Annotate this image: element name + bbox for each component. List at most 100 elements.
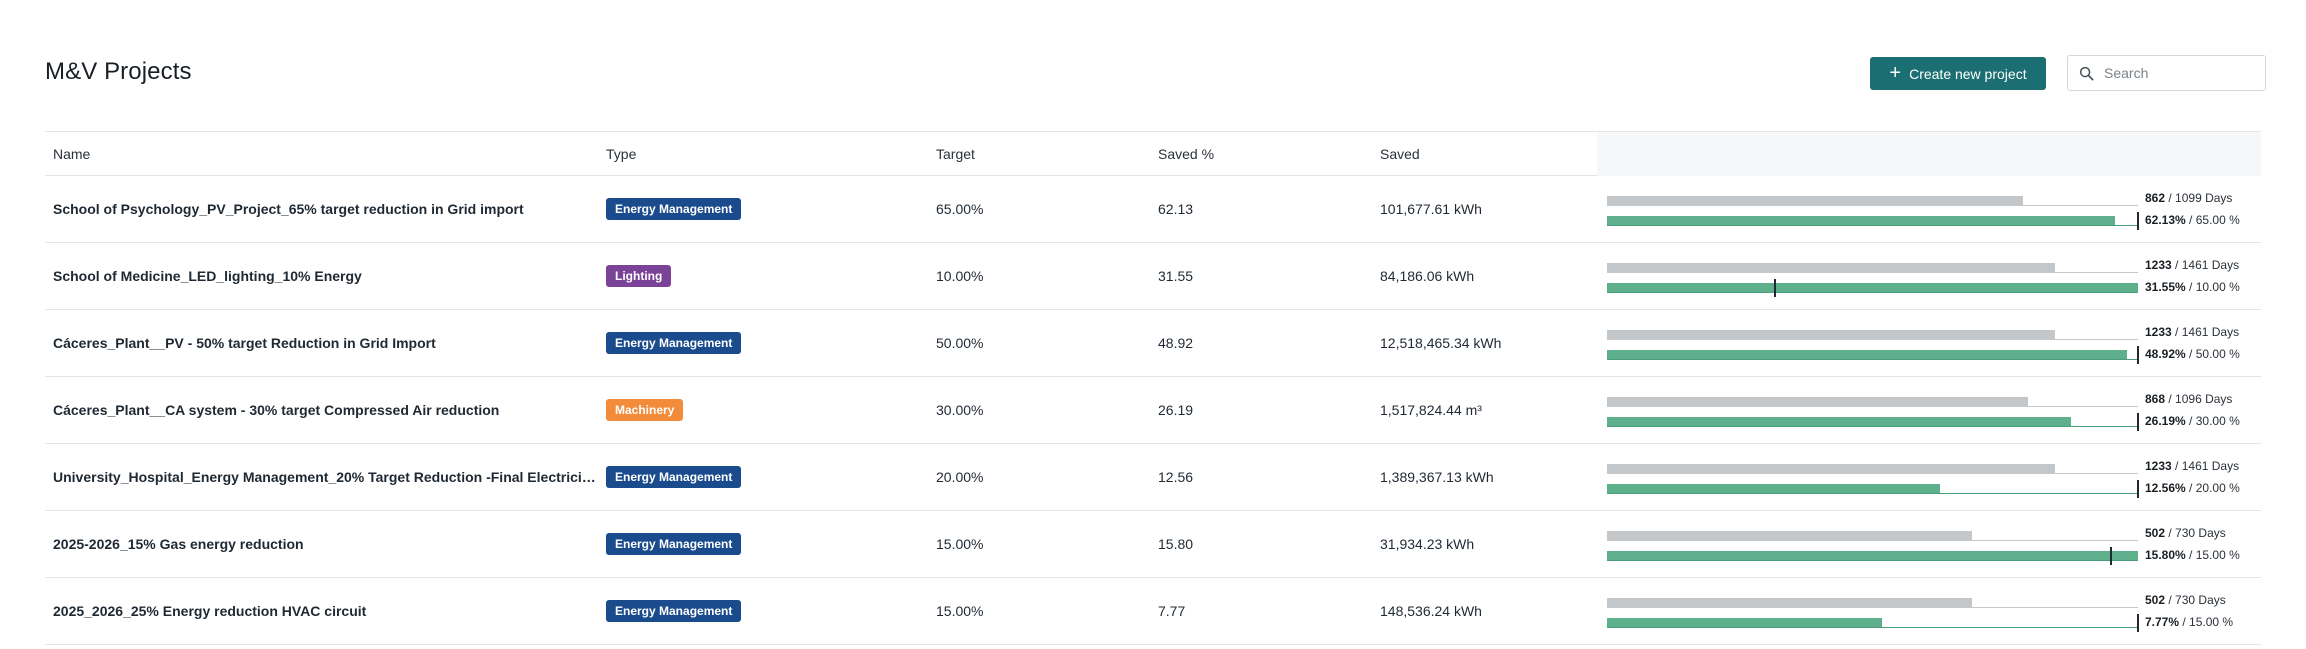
- project-saved: 1,389,367.13 kWh: [1380, 469, 1494, 485]
- project-saved: 101,677.61 kWh: [1380, 201, 1482, 217]
- percent-unit: %: [2222, 615, 2234, 629]
- days-progress-bar: [1607, 598, 1973, 607]
- project-saved: 84,186.06 kWh: [1380, 268, 1475, 284]
- days-total: 1096: [2175, 392, 2202, 406]
- table-row[interactable]: University_Hospital_Energy Management_20…: [45, 444, 2261, 511]
- project-progress: 868 / 1096 Days 26.19% / 30.00 %: [1597, 377, 2261, 443]
- days-label: Days: [2211, 325, 2240, 339]
- project-target: 30.00%: [936, 402, 984, 418]
- days-progress-track: [1607, 397, 2138, 407]
- days-progress-track: [1607, 263, 2138, 273]
- saved-progress-text: 15.80% / 15.00 %: [2145, 548, 2240, 562]
- project-target: 50.00%: [936, 335, 984, 351]
- create-new-project-button[interactable]: + Create new project: [1870, 57, 2046, 90]
- percent-unit: %: [2229, 481, 2240, 495]
- saved-progress-text: 26.19% / 30.00 %: [2145, 414, 2240, 428]
- saved-progress-bar: [1607, 350, 2127, 359]
- target-marker: [2110, 547, 2113, 565]
- project-progress: 502 / 730 Days 15.80% / 15.00 %: [1597, 511, 2261, 577]
- project-type-badge: Energy Management: [606, 600, 742, 622]
- saved-percent-value: 7.77%: [2145, 615, 2180, 629]
- project-target: 15.00%: [936, 536, 984, 552]
- project-name[interactable]: School of Psychology_PV_Project_65% targ…: [45, 176, 598, 242]
- target-percent-value: 15.00: [2189, 615, 2220, 629]
- table-row[interactable]: School of Medicine_LED_lighting_10% Ener…: [45, 243, 2261, 310]
- column-header-saved-percent[interactable]: Saved %: [1150, 132, 1214, 176]
- target-percent-value: 65.00: [2195, 213, 2226, 227]
- project-name[interactable]: School of Medicine_LED_lighting_10% Ener…: [45, 243, 598, 309]
- days-progress-bar: [1607, 531, 1973, 540]
- project-saved-percent: 48.92: [1158, 335, 1194, 351]
- saved-progress-track: [1607, 618, 2138, 628]
- project-name[interactable]: Cáceres_Plant__CA system - 30% target Co…: [45, 377, 598, 443]
- column-header-type[interactable]: Type: [598, 132, 636, 176]
- projects-table: Name Type Target Saved % Saved School of…: [45, 131, 2261, 645]
- project-saved: 12,518,465.34 kWh: [1380, 335, 1502, 351]
- days-progress-track: [1607, 464, 2138, 474]
- column-header-target[interactable]: Target: [928, 132, 975, 176]
- percent-unit: %: [2229, 414, 2240, 428]
- saved-percent-value: 62.13%: [2145, 213, 2186, 227]
- days-label: Days: [2205, 191, 2233, 205]
- saved-progress-track: [1607, 283, 2138, 293]
- days-elapsed: 1233: [2145, 258, 2172, 272]
- project-progress: 502 / 730 Days 7.77% / 15.00 %: [1597, 578, 2261, 644]
- table-row[interactable]: School of Psychology_PV_Project_65% targ…: [45, 176, 2261, 243]
- project-saved-percent: 15.80: [1158, 536, 1194, 552]
- days-progress-text: 502 / 730 Days: [2145, 526, 2226, 540]
- column-header-saved[interactable]: Saved: [1372, 132, 1420, 176]
- plus-icon: +: [1889, 61, 1902, 84]
- table-body: School of Psychology_PV_Project_65% targ…: [45, 176, 2261, 645]
- percent-unit: %: [2229, 213, 2240, 227]
- project-type-cell: Energy Management: [598, 578, 928, 644]
- project-saved: 148,536.24 kWh: [1380, 603, 1482, 619]
- table-row[interactable]: 2025_2026_25% Energy reduction HVAC circ…: [45, 578, 2261, 645]
- saved-progress-bar: [1607, 216, 2115, 225]
- column-header-name[interactable]: Name: [45, 132, 90, 176]
- days-label: Days: [2211, 258, 2240, 272]
- days-progress-bar: [1607, 330, 2056, 339]
- project-type-badge: Energy Management: [606, 332, 742, 354]
- table-row[interactable]: 2025-2026_15% Gas energy reduction Energ…: [45, 511, 2261, 578]
- project-name[interactable]: University_Hospital_Energy Management_20…: [45, 444, 598, 510]
- project-name[interactable]: Cáceres_Plant__PV - 50% target Reduction…: [45, 310, 598, 376]
- project-target: 65.00%: [936, 201, 984, 217]
- saved-percent-value: 12.56%: [2145, 481, 2186, 495]
- target-marker: [2137, 346, 2139, 364]
- saved-progress-track: [1607, 350, 2138, 360]
- project-type-cell: Energy Management: [598, 511, 928, 577]
- search-input[interactable]: [2104, 65, 2254, 81]
- project-type-badge: Machinery: [606, 399, 684, 421]
- project-progress: 1233 / 1461 Days 12.56% / 20.00 %: [1597, 444, 2261, 510]
- days-progress-text: 502 / 730 Days: [2145, 593, 2226, 607]
- search-icon: [2079, 66, 2094, 80]
- table-row[interactable]: Cáceres_Plant__CA system - 30% target Co…: [45, 377, 2261, 444]
- project-name[interactable]: 2025-2026_15% Gas energy reduction: [45, 511, 598, 577]
- days-elapsed: 502: [2145, 593, 2166, 607]
- project-saved: 1,517,824.44 m³: [1380, 402, 1482, 418]
- percent-unit: %: [2229, 548, 2240, 562]
- target-percent-value: 15.00: [2195, 548, 2226, 562]
- target-marker: [1774, 279, 1777, 297]
- project-type-badge: Energy Management: [606, 466, 742, 488]
- target-percent-value: 20.00: [2195, 481, 2226, 495]
- days-label: Days: [2198, 526, 2226, 540]
- project-type-badge: Lighting: [606, 265, 672, 287]
- days-total: 730: [2175, 593, 2196, 607]
- days-elapsed: 1233: [2145, 459, 2172, 473]
- project-name[interactable]: 2025_2026_25% Energy reduction HVAC circ…: [45, 578, 598, 644]
- saved-percent-value: 26.19%: [2145, 414, 2186, 428]
- days-progress-track: [1607, 598, 2138, 608]
- saved-progress-bar: [1607, 484, 1941, 493]
- project-target: 20.00%: [936, 469, 984, 485]
- days-elapsed: 1233: [2145, 325, 2172, 339]
- search-box[interactable]: [2067, 55, 2266, 91]
- days-label: Days: [2205, 392, 2233, 406]
- days-progress-text: 868 / 1096 Days: [2145, 392, 2233, 406]
- days-total: 1099: [2175, 191, 2202, 205]
- days-elapsed: 862: [2145, 191, 2166, 205]
- table-row[interactable]: Cáceres_Plant__PV - 50% target Reduction…: [45, 310, 2261, 377]
- days-total: 1461: [2181, 258, 2209, 272]
- project-saved: 31,934.23 kWh: [1380, 536, 1475, 552]
- saved-progress-text: 48.92% / 50.00 %: [2145, 347, 2240, 361]
